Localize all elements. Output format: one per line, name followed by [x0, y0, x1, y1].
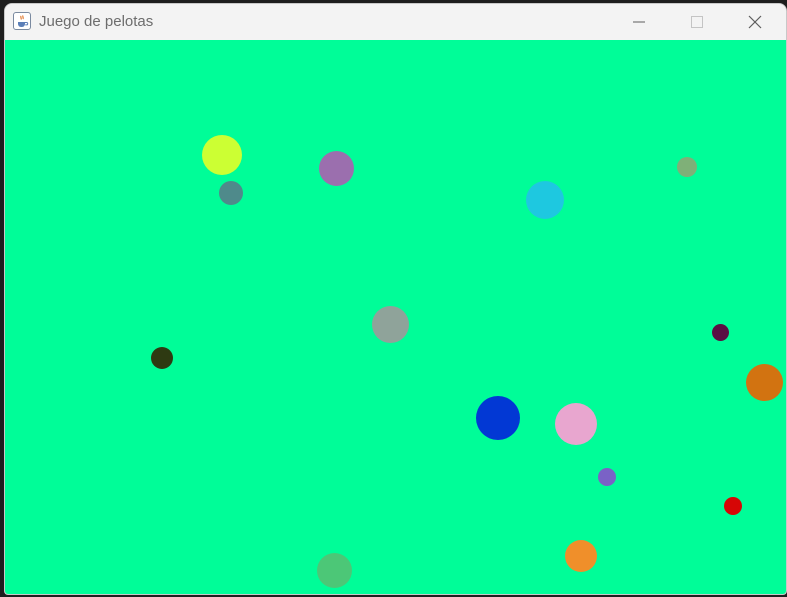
ball [565, 540, 597, 572]
minimize-button[interactable] [610, 4, 668, 40]
java-cup-icon [13, 12, 31, 30]
ball [476, 396, 520, 440]
app-window: Juego de pelotas [4, 3, 787, 595]
window-title: Juego de pelotas [39, 13, 154, 30]
ball [677, 157, 697, 177]
ball [746, 364, 783, 401]
close-button[interactable] [726, 4, 784, 40]
title-bar[interactable]: Juego de pelotas [5, 4, 786, 40]
ball [202, 135, 242, 175]
ball [151, 347, 173, 369]
ball [724, 497, 742, 515]
close-icon [748, 15, 762, 29]
game-canvas[interactable] [5, 40, 786, 594]
ball [712, 324, 729, 341]
ball [526, 181, 564, 219]
ball [319, 151, 354, 186]
ball [219, 181, 243, 205]
maximize-icon [691, 16, 703, 28]
ball [598, 468, 616, 486]
ball [555, 403, 597, 445]
minimize-icon [633, 21, 645, 23]
maximize-button[interactable] [668, 4, 726, 40]
ball [317, 553, 352, 588]
ball [372, 306, 409, 343]
